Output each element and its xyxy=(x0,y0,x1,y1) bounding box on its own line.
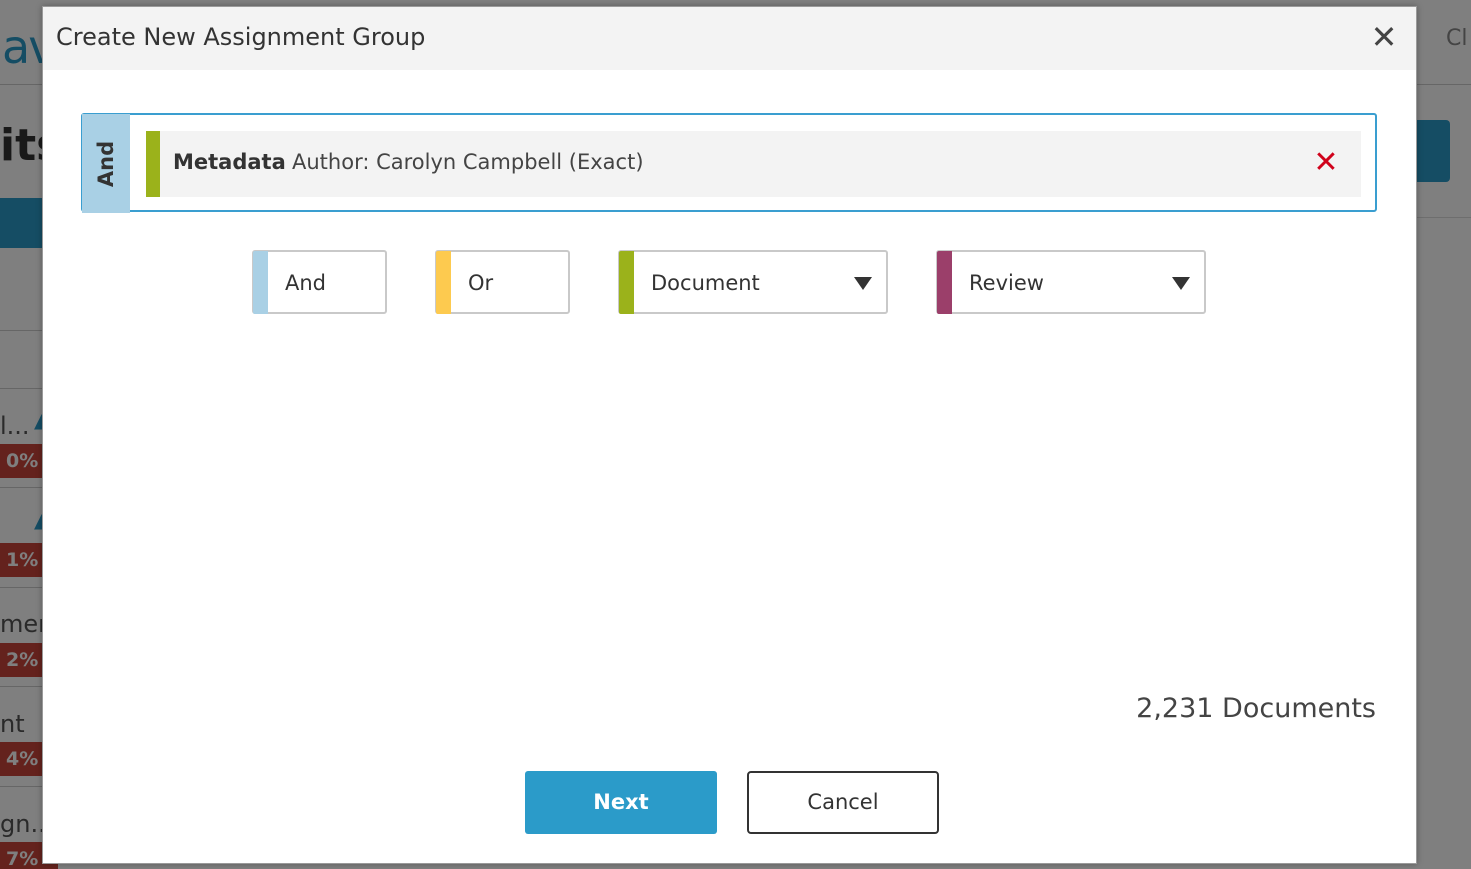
query-condition[interactable]: Metadata Author: Carolyn Campbell (Exact… xyxy=(146,131,1361,197)
cancel-button[interactable]: Cancel xyxy=(747,771,939,834)
condition-text: Author: Carolyn Campbell (Exact) xyxy=(292,150,644,174)
remove-condition-icon[interactable]: ✕ xyxy=(1311,145,1341,181)
and-button-label: And xyxy=(285,271,327,295)
next-button[interactable]: Next xyxy=(525,771,717,834)
dialog-header: Create New Assignment Group ✕ xyxy=(43,7,1416,70)
or-button-label: Or xyxy=(468,271,494,295)
and-color-stripe xyxy=(253,251,268,314)
close-icon[interactable]: ✕ xyxy=(1370,19,1398,55)
document-dropdown[interactable]: Document xyxy=(618,250,888,314)
document-dropdown-label: Document xyxy=(651,271,760,295)
chevron-down-icon xyxy=(854,277,872,290)
document-color-stripe xyxy=(619,251,634,314)
review-dropdown[interactable]: Review xyxy=(936,250,1206,314)
add-and-button[interactable]: And xyxy=(252,250,387,314)
query-group: And Metadata Author: Carolyn Campbell (E… xyxy=(81,113,1377,213)
document-count: 2,231 Documents xyxy=(1136,693,1376,724)
review-color-stripe xyxy=(937,251,952,314)
or-color-stripe xyxy=(436,251,451,314)
group-operator-tab[interactable]: And xyxy=(82,114,130,213)
create-assignment-group-dialog: Create New Assignment Group ✕ And Metada… xyxy=(42,6,1417,864)
review-dropdown-label: Review xyxy=(969,271,1044,295)
chevron-down-icon xyxy=(1172,277,1190,290)
dialog-title: Create New Assignment Group xyxy=(56,23,426,51)
condition-type: Metadata xyxy=(173,150,286,174)
group-operator-label: And xyxy=(94,140,118,187)
add-or-button[interactable]: Or xyxy=(435,250,570,314)
condition-color-stripe xyxy=(146,131,160,197)
